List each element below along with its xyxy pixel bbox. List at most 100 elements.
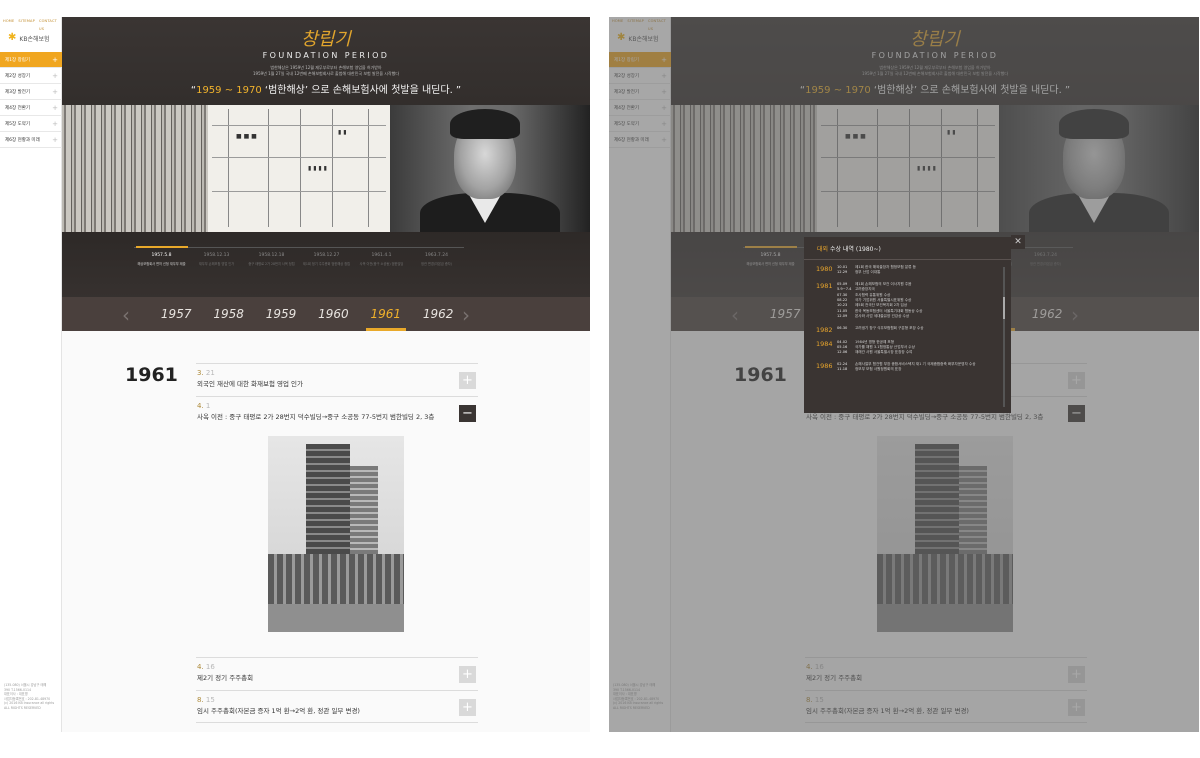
- tab-year-1958[interactable]: 1958: [202, 297, 254, 331]
- chapter-menu: 제1장 창립기 + 제2장 성장기 + 제3장 발전기 + 제4장 전환기 + 제5장 …: [0, 52, 62, 148]
- plus-icon: +: [52, 87, 58, 96]
- sidebar-item-chapter1[interactable]: 제1장 창립기 +: [0, 52, 62, 68]
- event-text: 임시 주주총회(자본금 증자 1억 환→2억 환, 정관 일부 변경): [197, 707, 360, 715]
- list-item: 4. 16 제2기 정기 주주총회 +: [196, 657, 478, 690]
- sidebar-item-chapter5[interactable]: 제5장 도약기 +: [0, 116, 62, 132]
- quote-highlight: 1959 ~ 1970: [196, 85, 262, 96]
- sidebar-item-chapter2[interactable]: 제2장 성장기 +: [0, 68, 62, 84]
- expand-button[interactable]: +: [459, 699, 476, 716]
- founder-portrait-photo: [390, 105, 590, 232]
- event-day: 15: [203, 696, 215, 704]
- award-date: 12.09: [837, 314, 848, 319]
- award-text: 고려생기 창구 식무보험협회 구분형 포장 수상: [855, 325, 924, 330]
- event-timeline: 1957.5.8 해상보험회사 면허 신청 재무부 제출 1958.12.13 재무…: [134, 243, 464, 293]
- timeline-active-marker: [136, 246, 188, 248]
- tab-year-1957[interactable]: 1957: [150, 297, 202, 331]
- event-day: 21: [203, 369, 215, 377]
- list-item: 4. 1 사옥 이전 : 중구 태평로 2가 28번지 덕수빌딩→중구 소공동 …: [196, 396, 478, 657]
- event-text: 외국인 재산에 대한 화재보험 영업 인가: [197, 380, 304, 388]
- event-month: 4.: [197, 663, 204, 671]
- timeline-event[interactable]: 1958.12.18 중구 태평로 2가 28번지 사옥 정립: [244, 253, 299, 266]
- sidebar-item-label: 제4장 전환기: [5, 105, 30, 111]
- tab-year-1961[interactable]: 1961: [360, 297, 412, 331]
- timeline-event[interactable]: 1958.12.27 제1회 정기 주주총회 범한해상 창립: [299, 253, 354, 266]
- award-text: 재래관 사원 서울특별시장 표창장 수여: [855, 350, 913, 355]
- award-list: 04.02 1984년 명형 한공예 포형 05.16 국가를 채원 3.1협정통상…: [837, 340, 915, 356]
- award-text: 정보부 보험 사원정원회의 표장: [855, 367, 902, 372]
- topnav-home-link[interactable]: HOME: [3, 17, 14, 25]
- footer-info: (135-080) 서울시 강남구 테헤 390 T.1566-0114 대표이…: [4, 683, 60, 711]
- award-year: 1986: [816, 361, 833, 370]
- hero-photo-strip: ■ ■ ■▮ ▮ ▮ ▮▮ ▮: [62, 105, 590, 232]
- chevron-left-icon[interactable]: ‹: [122, 303, 130, 327]
- award-list: 10.01 제1회 한국 해외출장자 협정보험 분류 등 12.29 정부 산업 이…: [837, 265, 916, 276]
- award-list: 06.30 고려생기 창구 식무보험협회 구분형 포장 수상: [837, 326, 924, 334]
- popup-scrollbar[interactable]: [1003, 267, 1005, 407]
- sidebar-item-chapter3[interactable]: 제3장 발전기 +: [0, 84, 62, 100]
- expand-button[interactable]: +: [459, 666, 476, 683]
- hero-title: 창립기: [301, 29, 351, 50]
- close-icon[interactable]: ✕: [1011, 235, 1025, 249]
- sidebar-item-label: 제6장 현황과 미래: [5, 137, 40, 143]
- topnav-contact-link[interactable]: CONTACT US: [39, 17, 62, 31]
- collapse-button[interactable]: −: [459, 405, 476, 422]
- timeline-date: 1961.4.1: [371, 253, 392, 258]
- kb-star-icon: ✱: [8, 32, 17, 43]
- event-month: 3.: [197, 369, 204, 377]
- award-date: 12.06: [837, 350, 848, 355]
- expand-button[interactable]: +: [459, 372, 476, 389]
- popup-body: 1980 10.01 제1회 한국 해외출장자 협정보험 분류 등 12.29 정부…: [804, 260, 1011, 373]
- hero-subtitle: FOUNDATION PERIOD: [262, 51, 390, 60]
- award-date: 12.29: [837, 270, 848, 275]
- award-year-group: 1982 06.30 고려생기 창구 식무보험협회 구분형 포장 수상: [816, 326, 999, 334]
- popup-title: 대외 수상 내역 (1980~): [804, 237, 1011, 260]
- timeline-text: 제1회 정기 주주총회 범한해상 창립: [302, 262, 351, 266]
- event-date: 8. 15: [197, 696, 478, 704]
- sidebar-item-chapter6[interactable]: 제6장 현황과 미래 +: [0, 132, 62, 148]
- timeline-date: 1963.7.24: [425, 253, 448, 258]
- award-list: 02.24 손해사절부 협건협 부장 종합서비스텍지 재1 기 국제종합중축 화부…: [837, 362, 976, 373]
- tab-year-1960[interactable]: 1960: [307, 297, 359, 331]
- timeline-event[interactable]: 1961.4.1 사옥 이전(중구 소공동) 범한빌딩: [354, 253, 409, 266]
- award-date: 06.30: [837, 325, 848, 330]
- page-frame-popup: HOME SITEMAP CONTACT US ✱ KB손해보험 제1장 창립기…: [609, 17, 1199, 732]
- year-tabs: 1957 1958 1959 1960 1961 1962: [150, 297, 464, 331]
- building-photo: [268, 436, 404, 632]
- event-photo-area: [197, 421, 478, 651]
- hero-description: 범한해상은 1959년 12월 재무부로부터 손해보험 영업을 허가받아 195…: [62, 65, 590, 77]
- footer-line: ALL RIGHTS RESERVED: [4, 705, 41, 710]
- award-date: 11.18: [837, 367, 848, 372]
- chevron-right-icon[interactable]: ›: [462, 303, 470, 327]
- event-month: 8.: [197, 696, 204, 704]
- award-list: 05.09 제1회 손해보험의 보건 이사지원 주음 5.9~7.4 고려중앙지국 …: [837, 282, 922, 320]
- license-document-photo: ■ ■ ■▮ ▮ ▮ ▮▮ ▮: [208, 105, 390, 232]
- year-content: 1961 3. 21 외국인 재산에 대한 화재보험 영업 인가 + 4. 1 …: [62, 331, 590, 732]
- award-year-group: 1986 02.24 손해사절부 협건협 부장 종합서비스텍지 재1 기 국제종합…: [816, 362, 999, 373]
- sidebar-item-chapter4[interactable]: 제4장 전환기 +: [0, 100, 62, 116]
- tab-year-1962[interactable]: 1962: [412, 297, 464, 331]
- kb-logo[interactable]: ✱ KB손해보험: [8, 33, 50, 43]
- timeline-text: 재무부 손해보험 영업 인가: [198, 262, 235, 266]
- archive-document-photo: [62, 105, 208, 232]
- timeline-event[interactable]: 1957.5.8 해상보험회사 면허 신청 재무부 제출: [134, 253, 189, 266]
- timeline-event[interactable]: 1958.12.13 재무부 손해보험 영업 인가: [189, 253, 244, 266]
- plus-icon: +: [52, 55, 58, 64]
- award-year: 1982: [816, 325, 833, 334]
- award-year-group: 1981 05.09 제1회 손해보험의 보건 이사지원 주음 5.9~7.4 고려…: [816, 282, 999, 320]
- timeline-event[interactable]: 1963.7.24 정관 변경(자본금 증자): [409, 253, 464, 266]
- year-selector: ‹ 1957 1958 1959 1960 1961 1962 ›: [62, 297, 590, 331]
- popup-title-text: 수상 내역 (1980~): [828, 246, 881, 253]
- list-item: 8. 15 임시 주주총회(자본금 증자 1억 환→2억 환, 정관 일부 변경…: [196, 690, 478, 723]
- tab-year-1959[interactable]: 1959: [255, 297, 307, 331]
- award-year: 1981: [816, 281, 833, 290]
- hero-desc-line: 1959년 1월 27일 국내 12번째 손해보험회사로 출범해 대한민국 보험…: [252, 71, 400, 76]
- sidebar: HOME SITEMAP CONTACT US ✱ KB손해보험 제1장 창립기…: [0, 17, 62, 732]
- event-date: 4. 16: [197, 663, 478, 671]
- award-year: 1984: [816, 339, 833, 348]
- selected-year-heading: 1961: [125, 364, 178, 386]
- topnav-sitemap-link[interactable]: SITEMAP: [18, 17, 35, 25]
- plus-icon: +: [52, 135, 58, 144]
- event-text: 제2기 정기 주주총회: [197, 674, 254, 682]
- timeline-text: 중구 태평로 2가 28번지 사옥 정립: [248, 262, 295, 266]
- award-row: 12.29 정부 산업 이대통: [837, 270, 916, 275]
